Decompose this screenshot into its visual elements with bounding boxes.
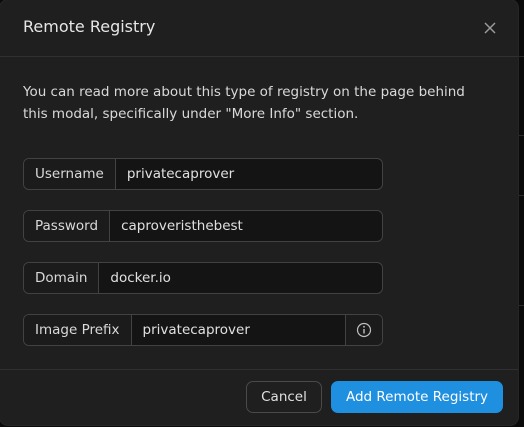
close-icon	[484, 22, 496, 34]
modal-description: You can read more about this type of reg…	[23, 84, 465, 122]
cancel-button[interactable]: Cancel	[246, 381, 322, 413]
image-prefix-label: Image Prefix	[24, 315, 132, 345]
image-prefix-input[interactable]	[131, 315, 345, 345]
username-input[interactable]	[115, 159, 382, 189]
info-circle-icon	[356, 322, 372, 338]
username-label: Username	[24, 159, 116, 189]
modal-header: Remote Registry	[0, 0, 518, 57]
domain-label: Domain	[24, 263, 100, 293]
modal-title: Remote Registry	[23, 17, 156, 36]
image-prefix-field-group: Image Prefix	[23, 314, 383, 346]
close-button[interactable]	[480, 18, 500, 38]
username-field-group: Username	[23, 158, 383, 190]
domain-field-group: Domain	[23, 262, 383, 294]
add-remote-registry-button[interactable]: Add Remote Registry	[331, 381, 503, 413]
password-label: Password	[24, 211, 111, 241]
modal-footer: Cancel Add Remote Registry	[0, 369, 518, 426]
password-input[interactable]	[110, 211, 382, 241]
domain-input[interactable]	[99, 263, 382, 293]
password-field-group: Password	[23, 210, 383, 242]
remote-registry-modal: Remote Registry You can read more about …	[0, 0, 518, 425]
image-prefix-info-button[interactable]	[345, 315, 382, 345]
